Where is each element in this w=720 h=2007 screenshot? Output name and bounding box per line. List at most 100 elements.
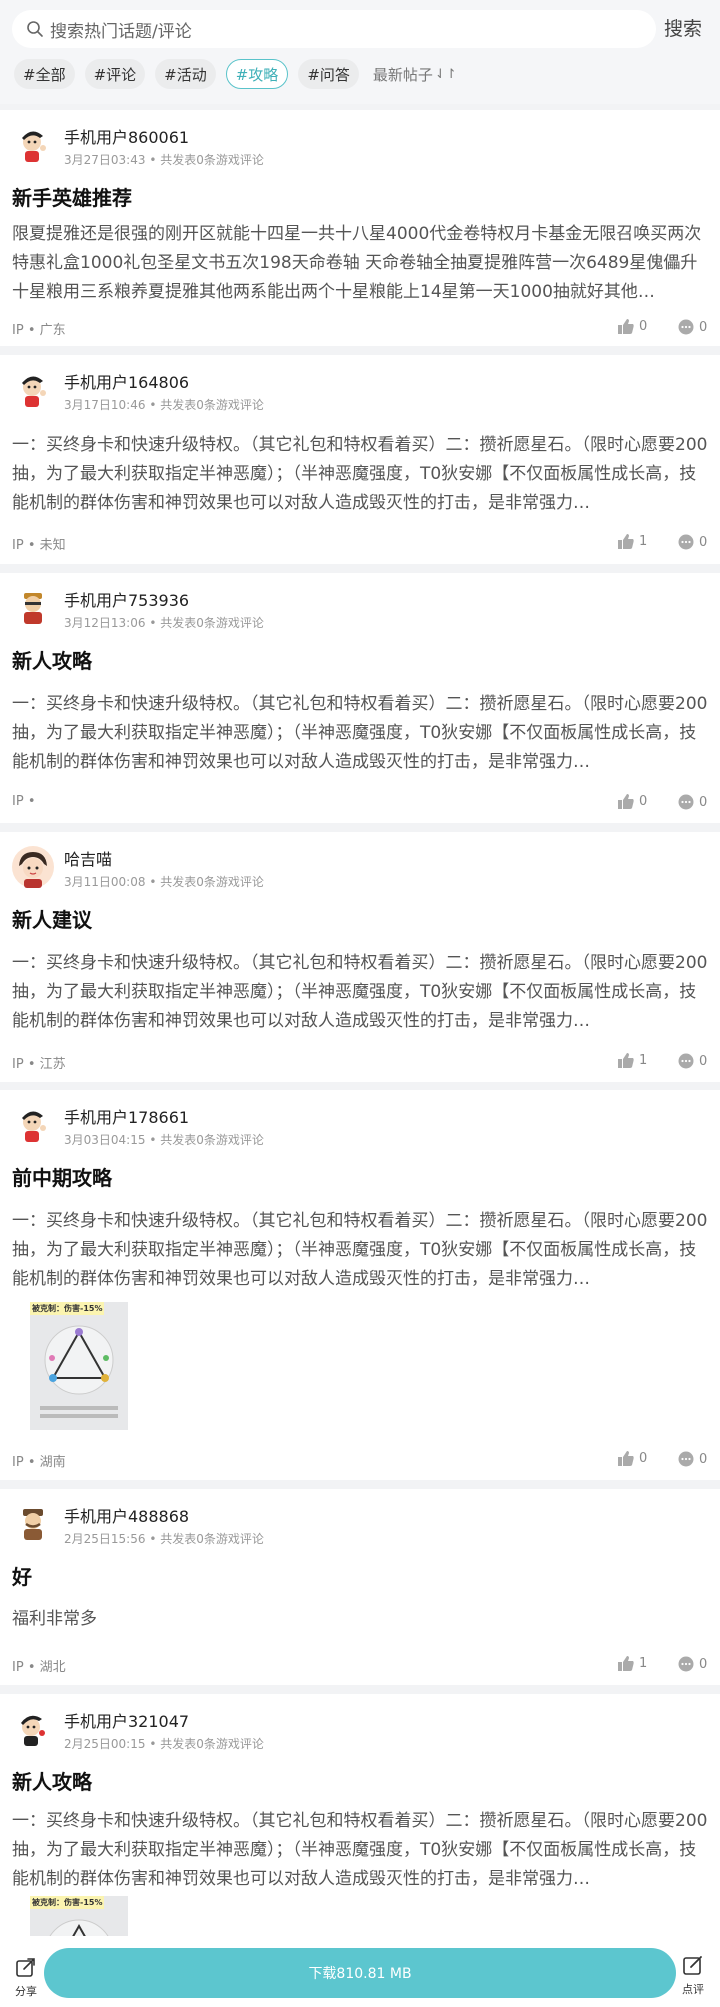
username[interactable]: 手机用户178661 — [64, 1104, 189, 1128]
comment-count: 0 — [699, 1656, 708, 1672]
post-stat: 共发表0条游戏评论 — [160, 398, 264, 412]
post-meta: 3月12日13:06 • 共发表0条游戏评论 — [64, 616, 264, 630]
avatar — [12, 587, 54, 629]
thumbs-up-icon — [618, 1451, 634, 1466]
like-count: 1 — [639, 1053, 648, 1068]
topic-tabs: #全部 #评论 #活动 #攻略 #问答 最新帖子 ⇃↾ — [14, 58, 457, 90]
search-placeholder: 搜索热门话题/评论 — [50, 21, 192, 42]
post-title: 新人建议 — [12, 908, 92, 932]
like-button[interactable]: 1 — [618, 1656, 647, 1671]
ip-location: IP • 未知 — [12, 538, 66, 553]
sort-label: 最新帖子 — [372, 65, 433, 84]
post-body: 福利非常多 — [12, 1609, 97, 1629]
review-button[interactable]: 点评 — [678, 1954, 708, 1997]
post-title: 新人攻略 — [12, 1770, 92, 1794]
comment-button[interactable]: 0 — [678, 1656, 707, 1672]
comment-button[interactable]: 0 — [678, 1451, 707, 1467]
ip-label: IP — [12, 1057, 24, 1072]
thumbs-up-icon — [618, 1053, 634, 1068]
ip-location: IP • 江苏 — [12, 1057, 66, 1072]
comment-button[interactable]: 0 — [678, 534, 707, 550]
like-count: 0 — [639, 794, 648, 809]
post-footer: IP • 湖南 0 0 — [12, 1451, 708, 1470]
ip-location: IP • 湖南 — [12, 1455, 66, 1470]
bottom-bar: 分享 下载810.81 MB 点评 — [0, 1936, 720, 2007]
username[interactable]: 手机用户488868 — [64, 1503, 189, 1527]
like-count: 1 — [639, 1656, 648, 1671]
search-input[interactable]: 搜索热门话题/评论 — [12, 10, 656, 48]
download-button[interactable]: 下载810.81 MB — [44, 1948, 676, 1998]
post-image[interactable]: 被克制：伤害-15% — [30, 1302, 128, 1430]
comment-button[interactable]: 0 — [678, 1053, 707, 1069]
post-footer: IP • 未知 1 0 — [12, 534, 708, 553]
ip-region: 湖南 — [39, 1455, 66, 1470]
post-stat: 共发表0条游戏评论 — [160, 616, 264, 630]
post-footer: IP • 0 0 — [12, 794, 708, 812]
post-meta: 2月25日00:15 • 共发表0条游戏评论 — [64, 1737, 264, 1751]
comment-icon — [678, 794, 694, 810]
post-card[interactable]: 手机用户164806 3月17日10:46 • 共发表0条游戏评论 一：买终身卡… — [0, 355, 720, 564]
post-footer: IP • 江苏 1 0 — [12, 1053, 708, 1072]
tab-all[interactable]: #全部 — [14, 59, 75, 89]
like-button[interactable]: 1 — [618, 534, 647, 549]
avatar — [12, 1104, 54, 1146]
comment-icon — [678, 1053, 694, 1069]
post-stat: 共发表0条游戏评论 — [160, 1532, 264, 1546]
post-card[interactable]: 手机用户753936 3月12日13:06 • 共发表0条游戏评论 新人攻略 一… — [0, 573, 720, 823]
comment-button[interactable]: 0 — [678, 794, 707, 810]
ip-region: 广东 — [39, 323, 66, 338]
avatar — [12, 1503, 54, 1545]
share-label: 分享 — [15, 1985, 37, 1998]
post-time: 2月25日15:56 — [64, 1532, 146, 1546]
post-time: 3月11日00:08 — [64, 875, 146, 889]
comment-count: 0 — [699, 319, 708, 335]
share-icon — [16, 1958, 35, 1977]
username[interactable]: 手机用户860061 — [64, 124, 189, 148]
post-footer: IP • 广东 0 0 — [12, 319, 708, 338]
tab-qa[interactable]: #问答 — [298, 59, 359, 89]
tab-guide[interactable]: #攻略 — [225, 59, 289, 89]
ip-region: 未知 — [39, 538, 66, 553]
avatar — [12, 124, 54, 166]
tab-activity[interactable]: #活动 — [155, 59, 216, 89]
search-icon — [27, 21, 43, 37]
username[interactable]: 哈吉喵 — [64, 846, 112, 870]
like-button[interactable]: 0 — [618, 794, 647, 809]
sort-dropdown[interactable]: 最新帖子 ⇃↾ — [373, 64, 457, 85]
sort-arrow-icon: ⇃↾ — [434, 66, 457, 82]
like-count: 0 — [639, 1451, 648, 1466]
thumbs-up-icon — [618, 794, 634, 809]
post-body: 一：买终身卡和快速升级特权。（其它礼包和特权看着买）二：攒祈愿星石。（限时心愿要… — [12, 694, 708, 772]
thumbs-up-icon — [618, 534, 634, 549]
post-body: 一：买终身卡和快速升级特权。（其它礼包和特权看着买）二：攒祈愿星石。（限时心愿要… — [12, 953, 708, 1031]
ip-label: IP — [12, 794, 24, 809]
username[interactable]: 手机用户321047 — [64, 1708, 189, 1732]
avatar — [12, 846, 54, 888]
like-button[interactable]: 1 — [618, 1053, 647, 1068]
thumbs-up-icon — [618, 319, 634, 334]
post-title: 新人攻略 — [12, 649, 92, 673]
post-card[interactable]: 手机用户488868 2月25日15:56 • 共发表0条游戏评论 好 福利非常… — [0, 1489, 720, 1685]
comment-count: 0 — [699, 1451, 708, 1467]
post-card[interactable]: 哈吉喵 3月11日00:08 • 共发表0条游戏评论 新人建议 一：买终身卡和快… — [0, 832, 720, 1082]
post-stat: 共发表0条游戏评论 — [160, 1133, 264, 1147]
ip-label: IP — [12, 1455, 24, 1470]
edit-icon — [683, 1956, 702, 1975]
ip-location: IP • — [12, 794, 36, 809]
post-body: 一：买终身卡和快速升级特权。（其它礼包和特权看着买）二：攒祈愿星石。（限时心愿要… — [12, 1811, 708, 1889]
username[interactable]: 手机用户753936 — [64, 587, 189, 611]
tab-review[interactable]: #评论 — [84, 59, 146, 89]
ip-label: IP — [12, 538, 24, 553]
like-button[interactable]: 0 — [618, 319, 647, 334]
share-button[interactable]: 分享 — [12, 1956, 40, 1999]
search-button[interactable]: 搜索 — [664, 14, 702, 41]
username[interactable]: 手机用户164806 — [64, 369, 189, 393]
post-stat: 共发表0条游戏评论 — [160, 875, 264, 889]
post-card[interactable]: 手机用户860061 3月27日03:43 • 共发表0条游戏评论 新手英雄推荐… — [0, 110, 720, 346]
like-count: 0 — [639, 319, 648, 334]
post-card[interactable]: 手机用户178661 3月03日04:15 • 共发表0条游戏评论 前中期攻略 … — [0, 1090, 720, 1480]
comment-button[interactable]: 0 — [678, 319, 707, 335]
like-button[interactable]: 0 — [618, 1451, 647, 1466]
ip-label: IP — [12, 1660, 24, 1675]
avatar — [12, 1708, 54, 1750]
